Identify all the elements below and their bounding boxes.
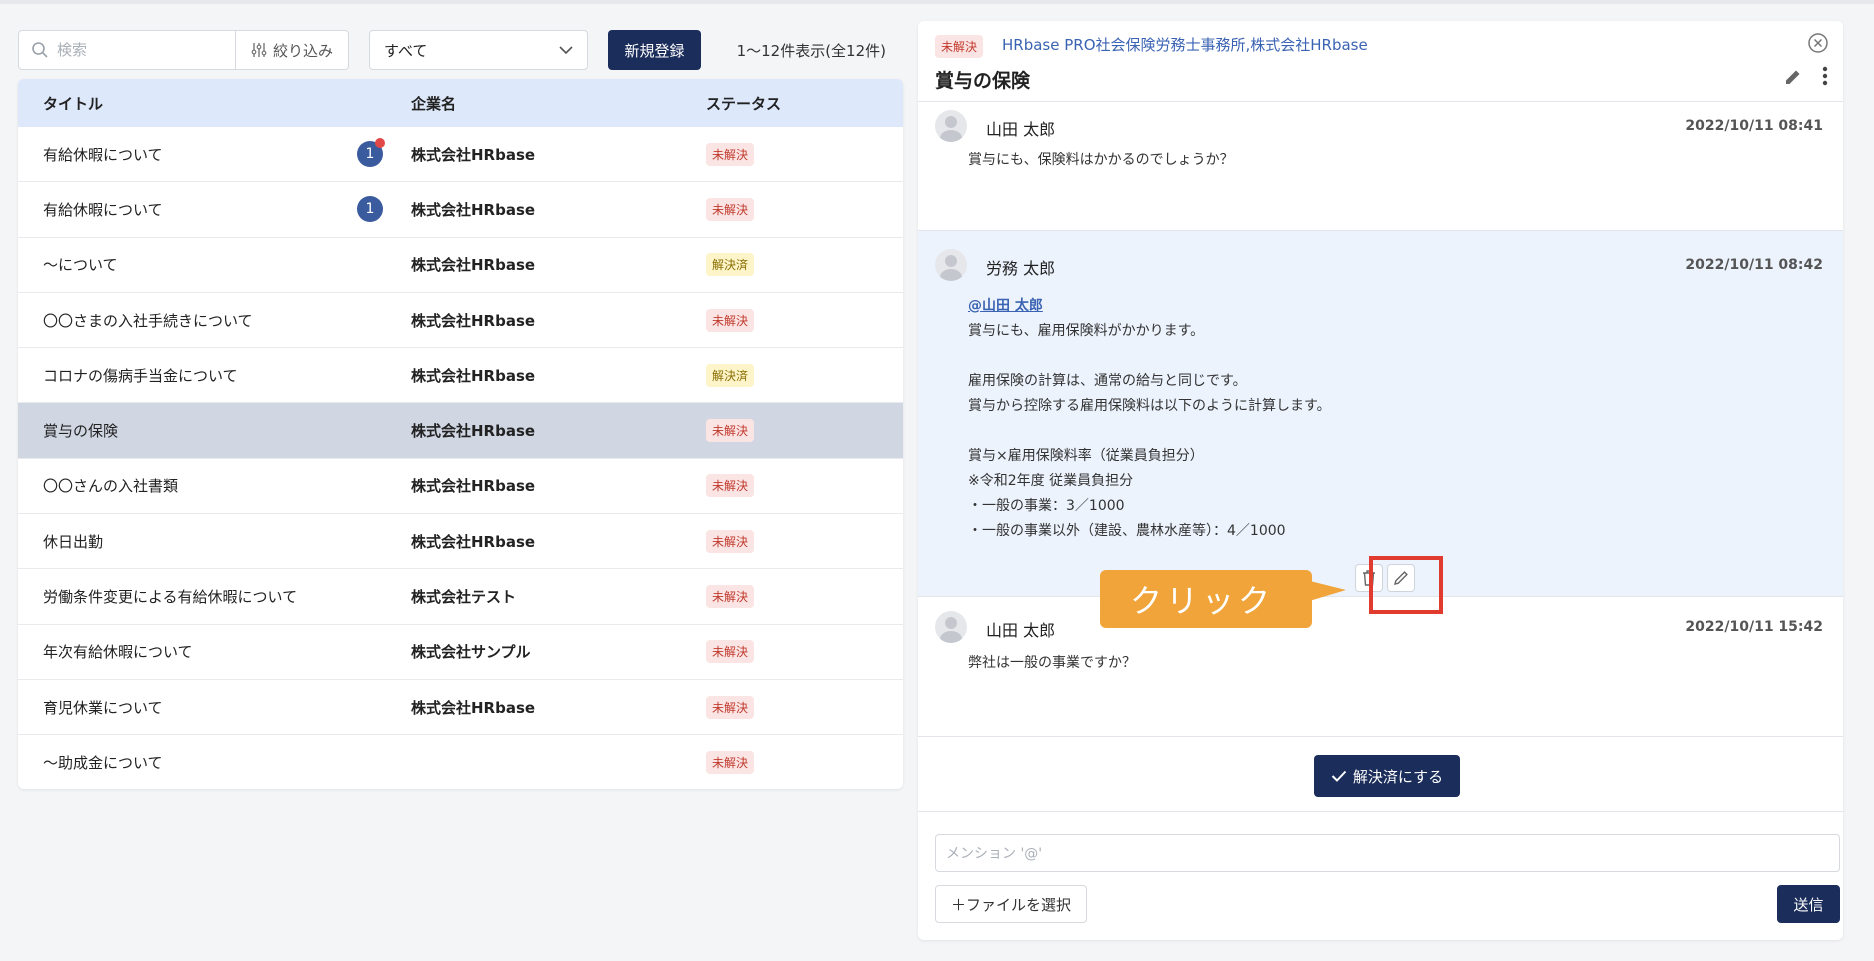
status-badge: 未解決 xyxy=(706,308,755,332)
more-vertical-icon[interactable] xyxy=(1821,65,1829,87)
table-row[interactable]: 年次有給休暇について 株式会社サンプル 未解決 xyxy=(18,625,903,680)
search-icon xyxy=(32,42,48,58)
filter-button[interactable]: 絞り込み xyxy=(236,31,348,69)
file-select-button[interactable]: ＋ファイルを選択 xyxy=(935,885,1087,923)
row-company: 株式会社テスト xyxy=(411,588,517,607)
row-title: 労働条件変更による有給休暇について xyxy=(43,588,298,607)
status-badge: 未解決 xyxy=(706,585,755,609)
row-title: コロナの傷病手当金について xyxy=(43,366,238,385)
result-count: 1～12件表示(全12件) xyxy=(736,42,886,60)
table-row[interactable]: ～について 株式会社HRbase 解決済 xyxy=(18,238,903,293)
table-row[interactable]: 労働条件変更による有給休暇について 株式会社テスト 未解決 xyxy=(18,569,903,625)
header-company: 企業名 xyxy=(411,94,457,113)
message-item: 山田 太郎 2022/10/11 15:42 弊社は一般の事業ですか？ xyxy=(918,597,1843,736)
table-row[interactable]: 休日出勤 株式会社HRbase 未解決 xyxy=(18,514,903,570)
message-author: 労務 太郎 xyxy=(986,259,1056,278)
unread-badge: 1 xyxy=(357,138,385,168)
organization-links[interactable]: HRbase PRO社会保険労務士事務所,株式会社HRbase xyxy=(1002,34,1368,55)
row-company: 株式会社HRbase xyxy=(411,532,536,551)
row-title: 〇〇さまの入社手続きについて xyxy=(43,311,253,330)
unread-badge: 1 xyxy=(357,196,383,223)
new-dot xyxy=(375,138,385,149)
table-row[interactable]: ～助成金について 未解決 xyxy=(18,735,903,789)
status-select-value: すべて xyxy=(384,41,428,60)
message-author: 山田 太郎 xyxy=(986,621,1056,640)
message-time: 2022/10/11 15:42 xyxy=(1685,619,1823,635)
status-select[interactable]: すべて xyxy=(369,30,588,70)
row-company: 株式会社HRbase xyxy=(411,477,536,496)
status-badge: 解決済 xyxy=(706,253,755,277)
row-title: 〇〇さんの入社書類 xyxy=(43,477,179,496)
row-company: 株式会社HRbase xyxy=(411,145,536,164)
resolve-button[interactable]: 解決済にする xyxy=(1314,755,1460,797)
status-badge: 未解決 xyxy=(706,529,755,553)
filter-label: 絞り込み xyxy=(272,41,333,60)
message-item-highlighted: 労務 太郎 2022/10/11 08:42 @山田 太郎 賞与にも、雇用保険料… xyxy=(918,231,1843,628)
avatar xyxy=(935,611,967,643)
table-row[interactable]: コロナの傷病手当金について 株式会社HRbase 解決済 xyxy=(18,348,903,404)
table-header: タイトル 企業名 ステータス xyxy=(18,79,903,127)
chevron-down-icon xyxy=(559,45,573,54)
edit-pencil-icon[interactable] xyxy=(1783,67,1803,87)
detail-panel: 未解決 HRbase PRO社会保険労務士事務所,株式会社HRbase 賞与の保… xyxy=(918,21,1843,940)
status-badge: 未解決 xyxy=(706,419,755,443)
status-badge: 未解決 xyxy=(706,640,755,664)
row-title: ～助成金について xyxy=(43,754,163,773)
row-company: 株式会社HRbase xyxy=(411,422,536,441)
header-status: ステータス xyxy=(706,94,782,113)
table-row[interactable]: 育児休業について 株式会社HRbase 未解決 xyxy=(18,680,903,736)
row-title: 休日出勤 xyxy=(43,532,104,551)
status-badge: 未解決 xyxy=(706,197,755,221)
status-badge: 未解決 xyxy=(706,474,755,498)
page-title: 賞与の保険 xyxy=(935,70,1031,92)
mention-link[interactable]: @山田 太郎 xyxy=(968,294,1331,319)
row-title: 有給休暇について xyxy=(43,200,163,219)
row-title: 育児休業について xyxy=(43,698,163,717)
table-row[interactable]: 〇〇さんの入社書類 株式会社HRbase 未解決 xyxy=(18,459,903,515)
message-body: 賞与にも、保険料はかかるのでしょうか？ xyxy=(968,152,1234,168)
message-time: 2022/10/11 08:42 xyxy=(1685,257,1823,273)
search-bar: 絞り込み xyxy=(18,30,349,70)
table-row[interactable]: 有給休暇について 1 株式会社HRbase 未解決 xyxy=(18,127,903,183)
row-company: 株式会社サンプル xyxy=(411,643,531,662)
close-icon[interactable] xyxy=(1807,32,1829,54)
status-badge: 未解決 xyxy=(706,142,755,166)
send-button[interactable]: 送信 xyxy=(1777,885,1840,923)
message-body: @山田 太郎 賞与にも、雇用保険料がかかります。 雇用保険の計算は、通常の給与と… xyxy=(968,294,1331,544)
panel-header: 未解決 HRbase PRO社会保険労務士事務所,株式会社HRbase 賞与の保… xyxy=(918,21,1843,102)
resolve-area: 解決済にする xyxy=(918,736,1843,812)
table-row-selected[interactable]: 賞与の保険 株式会社HRbase 未解決 xyxy=(18,403,903,459)
row-title: 年次有給休暇について xyxy=(43,643,193,662)
row-company: 株式会社HRbase xyxy=(411,311,536,330)
table-row[interactable]: 〇〇さまの入社手続きについて 株式会社HRbase 未解決 xyxy=(18,293,903,349)
row-company: 株式会社HRbase xyxy=(411,200,536,219)
row-company: 株式会社HRbase xyxy=(411,256,536,275)
header-title: タイトル xyxy=(43,94,104,113)
table-row[interactable]: 有給休暇について 1 株式会社HRbase 未解決 xyxy=(18,182,903,238)
filter-sliders-icon xyxy=(251,43,267,57)
inquiry-table: タイトル 企業名 ステータス 有給休暇について 1 株式会社HRbase 未解決… xyxy=(18,79,903,789)
row-title: ～について xyxy=(43,256,118,275)
avatar xyxy=(935,249,967,281)
row-title: 賞与の保険 xyxy=(43,422,119,441)
status-badge: 未解決 xyxy=(706,695,755,719)
new-register-button[interactable]: 新規登録 xyxy=(608,30,701,70)
top-border xyxy=(0,0,1874,4)
message-time: 2022/10/11 08:41 xyxy=(1685,118,1823,134)
row-title: 有給休暇について xyxy=(43,145,163,164)
resolve-label: 解決済にする xyxy=(1352,767,1444,786)
check-icon xyxy=(1331,770,1347,782)
status-badge: 未解決 xyxy=(706,751,755,775)
status-badge: 解決済 xyxy=(706,363,755,387)
search-field[interactable] xyxy=(19,31,236,69)
row-company: 株式会社HRbase xyxy=(411,366,536,385)
message-body: 弊社は一般の事業ですか？ xyxy=(968,655,1136,671)
row-company: 株式会社HRbase xyxy=(411,698,536,717)
message-author: 山田 太郎 xyxy=(986,120,1056,139)
avatar xyxy=(935,110,967,142)
message-item: 山田 太郎 2022/10/11 08:41 賞与にも、保険料はかかるのでしょう… xyxy=(918,102,1843,231)
search-input[interactable] xyxy=(57,41,227,59)
message-input[interactable]: メンション '@' xyxy=(935,834,1840,872)
status-badge: 未解決 xyxy=(935,35,984,58)
